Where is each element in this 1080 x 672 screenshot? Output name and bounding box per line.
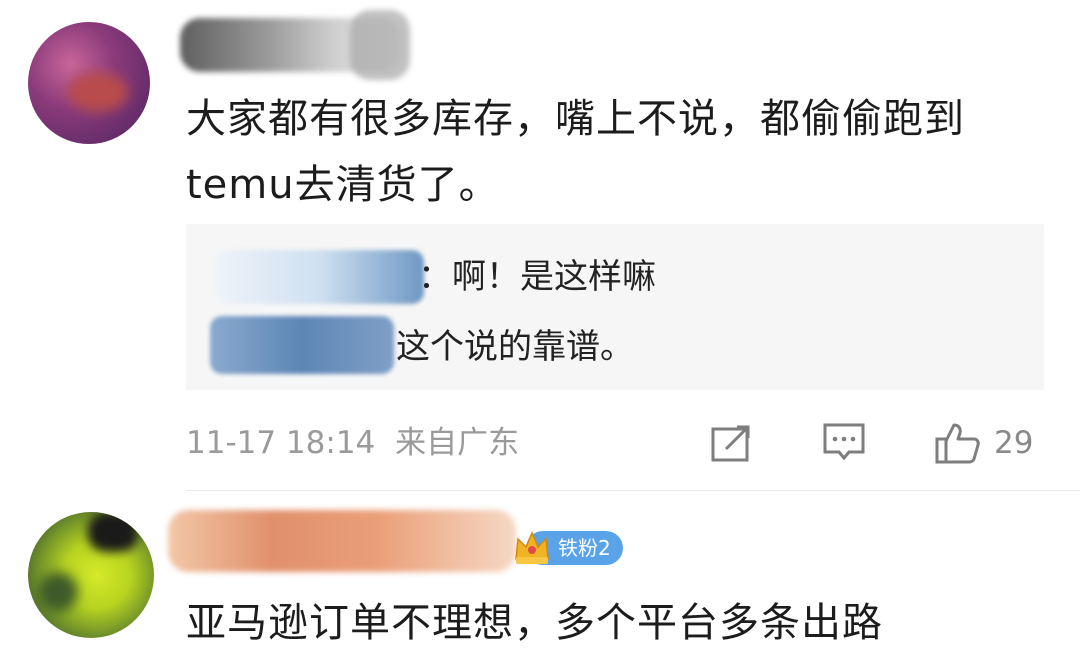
reply-text: ：啊！是这样嘛: [418, 257, 656, 297]
like-count: 29: [994, 425, 1034, 461]
fan-badge[interactable]: 铁粉2: [512, 528, 623, 568]
reply-username-redacted[interactable]: [210, 316, 394, 374]
reply-username-redacted[interactable]: [216, 250, 424, 304]
username-redacted[interactable]: [168, 510, 516, 572]
thumbs-up-icon: [935, 423, 980, 464]
comment-icon: [823, 423, 865, 461]
timestamp: 11-17 18:14: [186, 425, 376, 461]
reply-text: 这个说的靠谱。: [396, 327, 634, 367]
comment-button[interactable]: [822, 418, 866, 468]
share-button[interactable]: [710, 418, 754, 468]
comment-text: 亚马逊订单不理想，多个平台多条出路: [186, 600, 883, 646]
crown-icon: [515, 531, 549, 564]
avatar[interactable]: [28, 512, 154, 638]
location: 来自广东: [395, 425, 520, 461]
avatar[interactable]: [28, 22, 150, 144]
comment-text: 大家都有很多库存，嘴上不说，都偷偷跑到temu去清货了。: [186, 96, 965, 208]
reply-preview-box[interactable]: ：啊！是这样嘛 这个说的靠谱。: [186, 224, 1044, 390]
comment-meta: 11-17 18:14 来自广东: [186, 418, 519, 468]
like-button[interactable]: 29: [934, 418, 1033, 468]
username-redacted-part: [350, 10, 410, 80]
share-icon: [711, 425, 750, 462]
divider: [186, 490, 1080, 491]
